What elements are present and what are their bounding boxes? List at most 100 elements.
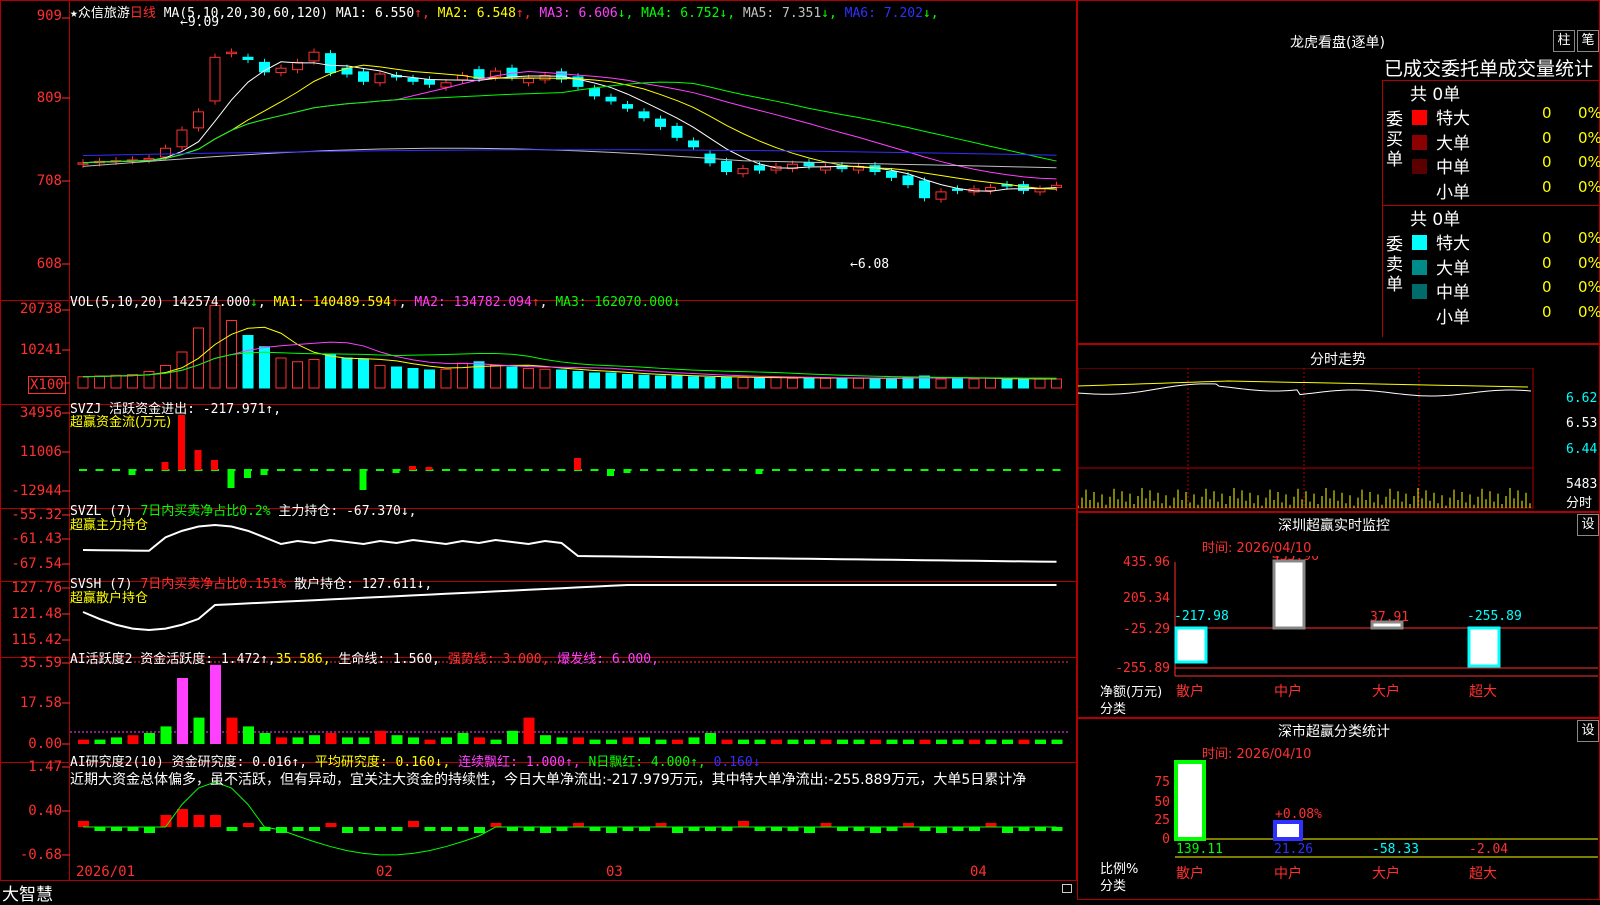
monitor-tick: -255.89: [1115, 661, 1170, 676]
classify-bar: [1174, 760, 1206, 841]
research-bar: [771, 827, 782, 831]
order-size-label: 特大: [1436, 109, 1470, 129]
order-size-label: 大单: [1436, 133, 1470, 154]
activity-bar: [325, 733, 337, 744]
activity-bar: [754, 739, 766, 744]
ma-arrow: ↓,: [617, 6, 634, 21]
flow-bar: [211, 460, 218, 470]
activity-bar: [1035, 739, 1046, 744]
activity-bar: [771, 739, 782, 744]
research-bar: [903, 823, 914, 827]
activity-bar: [210, 664, 221, 744]
activity-bar: [408, 737, 419, 744]
candle: [193, 111, 204, 129]
activity-bar: [556, 737, 568, 744]
research-bar: [94, 827, 106, 831]
volume-bar: [275, 357, 287, 389]
activity-bar: [738, 739, 749, 744]
flow-bar: [161, 462, 169, 470]
candle: [226, 51, 237, 55]
intraday-tick: 6.62: [1566, 391, 1598, 406]
activity-bar: [94, 739, 106, 744]
volume-bar: [490, 365, 501, 389]
longhu-tabs[interactable]: 已成交委托单成交量统计: [1384, 54, 1600, 81]
legend-swatch: [1412, 110, 1427, 125]
candle: [919, 180, 930, 199]
research-bar: [622, 827, 634, 831]
activity-bar: [391, 735, 403, 744]
candle: [622, 104, 633, 109]
price-tick: 809: [36, 90, 62, 106]
flow-bar: [392, 470, 400, 473]
activity-bar: [160, 726, 172, 744]
classify-tick: 50: [1154, 795, 1170, 810]
volume-bar: [836, 377, 848, 389]
activity-bar: [589, 739, 601, 744]
volume-bar: [374, 365, 386, 389]
volume-bar: [94, 375, 105, 389]
activity-bar: [721, 739, 733, 744]
candle: [688, 140, 699, 148]
volume-tick: 10241: [19, 342, 62, 358]
activity-bar: [639, 737, 650, 744]
order-size-label: 特大: [1436, 234, 1470, 254]
volume-bar: [605, 372, 617, 389]
volume-bar: [77, 376, 89, 389]
candle: [209, 56, 221, 102]
research-bar: [1002, 827, 1013, 833]
date-tick: 02: [376, 864, 393, 880]
classify-bar-value: -2.04: [1469, 842, 1508, 857]
svzl-subtitle: 超赢主力持仓: [70, 518, 149, 533]
brand-logo: 大智慧: [2, 885, 53, 905]
intraday-chart[interactable]: [1078, 368, 1564, 510]
volume-bar: [1018, 378, 1029, 389]
ma-value: MA2: 6.548: [429, 6, 516, 21]
activity-bar: [474, 737, 485, 744]
svzj-tick: 11006: [19, 444, 62, 460]
volume-bar: [407, 368, 419, 389]
order-size-label: 小单: [1436, 182, 1470, 203]
volume-bar: [358, 359, 369, 389]
order-percent: 0%: [1578, 253, 1600, 272]
classify-settings-button[interactable]: 设: [1577, 720, 1599, 742]
volume-bar: [292, 361, 303, 389]
intraday-tick: 6.53: [1566, 416, 1598, 431]
research-bar: [738, 821, 749, 827]
activity-bar: [243, 726, 254, 744]
monitor-settings-button[interactable]: 设: [1577, 514, 1599, 536]
order-size-label: 大单: [1436, 258, 1470, 279]
ai2-tick: 1.47: [28, 759, 62, 775]
candle: [424, 79, 435, 85]
tick-mode-button[interactable]: 笔: [1577, 30, 1599, 52]
classify-tick: 25: [1154, 813, 1170, 828]
panel-frame: [0, 657, 1077, 763]
monitor-bar: [1174, 626, 1208, 664]
order-count: 0: [1542, 153, 1552, 171]
research-bar: [127, 827, 139, 831]
research-bar: [358, 827, 370, 831]
research-bar: [886, 827, 898, 831]
activity-bar: [375, 730, 386, 744]
research-bar: [226, 827, 238, 831]
ma-value: MA1: 6.550: [335, 6, 415, 21]
candle: [440, 82, 452, 88]
research-bar: [210, 815, 221, 827]
candle: [605, 96, 617, 102]
activity-bar: [507, 730, 518, 744]
period-label[interactable]: 日线: [130, 6, 156, 21]
research-bar: [589, 827, 601, 831]
bar-mode-button[interactable]: 柱: [1553, 30, 1575, 52]
volume-bar: [325, 353, 336, 389]
ma5-line: [82, 147, 1057, 169]
research-bar: [820, 823, 832, 827]
favorite-star-icon[interactable]: ★: [70, 6, 78, 21]
classify-title: 深市超赢分类统计: [1278, 724, 1390, 740]
volume-bar: [655, 375, 666, 389]
volume-bar: [473, 361, 485, 389]
classify-category: 超大: [1469, 866, 1497, 882]
flow-bar: [260, 470, 268, 475]
ai1-tick: 35.59: [19, 655, 62, 671]
lock-icon[interactable]: [1062, 884, 1072, 893]
volume-bar: [308, 359, 320, 389]
sell-side-label: 委卖单: [1386, 235, 1403, 295]
